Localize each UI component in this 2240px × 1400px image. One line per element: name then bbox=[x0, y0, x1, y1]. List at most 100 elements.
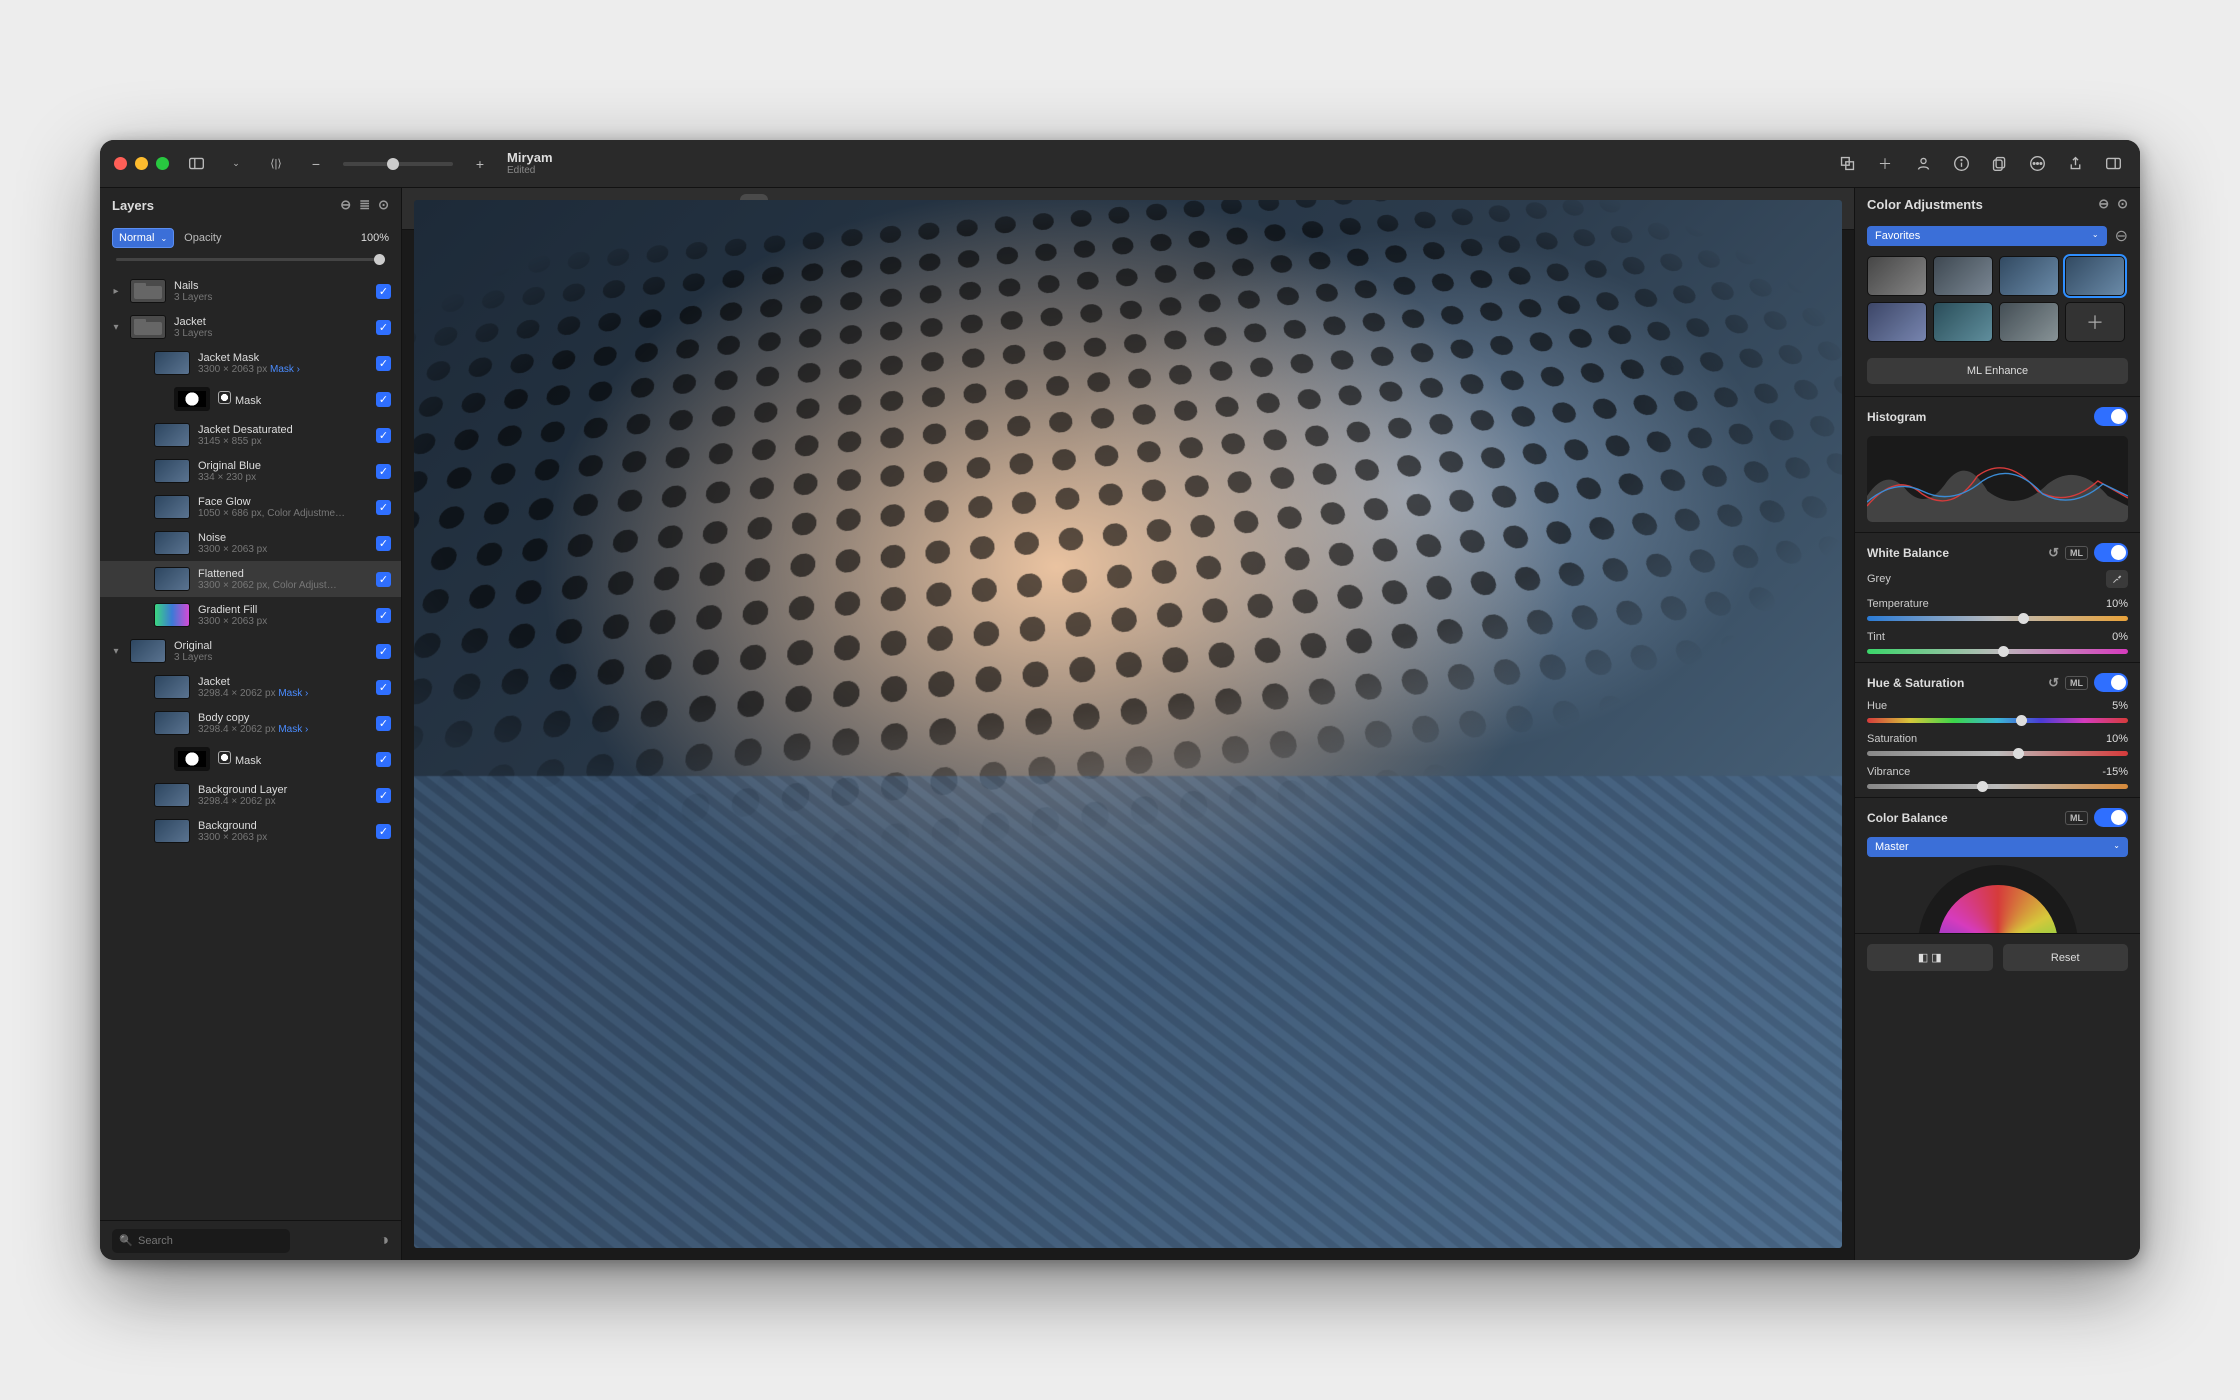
vibrance-slider[interactable] bbox=[1867, 784, 2128, 789]
zoom-out-button[interactable]: − bbox=[303, 151, 329, 177]
favorites-remove-icon[interactable]: ⊖ bbox=[2115, 226, 2128, 246]
layer-mask-link[interactable]: Mask › bbox=[276, 688, 309, 699]
layer-visibility-toggle[interactable]: ✓ bbox=[376, 356, 391, 371]
color-balance-wheel[interactable] bbox=[1855, 865, 2140, 933]
layer-visibility-toggle[interactable]: ✓ bbox=[376, 608, 391, 623]
minimize-window-button[interactable] bbox=[135, 157, 148, 170]
layer-visibility-toggle[interactable]: ✓ bbox=[376, 320, 391, 335]
layer-visibility-toggle[interactable]: ✓ bbox=[376, 464, 391, 479]
hue-sat-reset-icon[interactable]: ↺ bbox=[2048, 675, 2059, 691]
layer-row[interactable]: ▾Original3 Layers✓ bbox=[100, 633, 401, 669]
layer-row[interactable]: Background Layer3298.4 × 2062 px✓ bbox=[100, 777, 401, 813]
color-balance-ml-badge[interactable]: ML bbox=[2065, 811, 2088, 825]
preset-thumb[interactable] bbox=[1933, 302, 1993, 342]
grey-eyedropper-button[interactable] bbox=[2106, 570, 2128, 588]
layers-stack-icon[interactable]: ≣ bbox=[359, 197, 370, 213]
inspector-toggle-button[interactable] bbox=[2100, 151, 2126, 177]
layer-row[interactable]: ▾Jacket3 Layers✓ bbox=[100, 309, 401, 345]
layer-visibility-toggle[interactable]: ✓ bbox=[376, 824, 391, 839]
layer-row[interactable]: Noise3300 × 2063 px✓ bbox=[100, 525, 401, 561]
close-window-button[interactable] bbox=[114, 157, 127, 170]
histogram-toggle[interactable] bbox=[2094, 407, 2128, 426]
hue-sat-ml-badge[interactable]: ML bbox=[2065, 676, 2088, 690]
layer-meta: 3145 × 855 px bbox=[198, 436, 368, 447]
more-button[interactable] bbox=[2024, 151, 2050, 177]
layer-row[interactable]: Flattened3300 × 2062 px, Color Adjust…✓ bbox=[100, 561, 401, 597]
color-balance-range-select[interactable]: Master ⌄ bbox=[1867, 837, 2128, 857]
sidebar-toggle-button[interactable] bbox=[183, 151, 209, 177]
preset-thumb[interactable] bbox=[1867, 256, 1927, 296]
reset-button[interactable]: Reset bbox=[2003, 944, 2129, 971]
person-button[interactable] bbox=[1910, 151, 1936, 177]
layer-visibility-toggle[interactable]: ✓ bbox=[376, 788, 391, 803]
adjustments-collapse-icon[interactable]: ⊖ bbox=[2098, 196, 2109, 212]
layer-visibility-toggle[interactable]: ✓ bbox=[376, 644, 391, 659]
layers-collapse-icon[interactable]: ⊖ bbox=[340, 197, 351, 213]
canvas-mode-button[interactable] bbox=[1834, 151, 1860, 177]
adjustments-more-icon[interactable]: ⊙ bbox=[2117, 196, 2128, 212]
saturation-slider[interactable] bbox=[1867, 751, 2128, 756]
layer-name: Jacket bbox=[198, 676, 368, 688]
white-balance-ml-badge[interactable]: ML bbox=[2065, 546, 2088, 560]
blend-mode-select[interactable]: Normal⌄ bbox=[112, 228, 174, 248]
preset-add-button[interactable]: ＋ bbox=[2065, 302, 2125, 342]
tint-slider[interactable] bbox=[1867, 649, 2128, 654]
layer-visibility-toggle[interactable]: ✓ bbox=[376, 752, 391, 767]
preset-thumb[interactable] bbox=[1933, 256, 1993, 296]
layer-visibility-toggle[interactable]: ✓ bbox=[376, 284, 391, 299]
layer-row[interactable]: Gradient Fill3300 × 2063 px✓ bbox=[100, 597, 401, 633]
layer-visibility-toggle[interactable]: ✓ bbox=[376, 428, 391, 443]
split-view-button[interactable]: ⟨|⟩ bbox=[263, 151, 289, 177]
layer-row[interactable]: Jacket Mask3300 × 2063 px Mask ›✓ bbox=[100, 345, 401, 381]
layer-row[interactable]: Jacket3298.4 × 2062 px Mask ›✓ bbox=[100, 669, 401, 705]
layer-body: Mask bbox=[218, 751, 368, 767]
white-balance-reset-icon[interactable]: ↺ bbox=[2048, 545, 2059, 561]
layer-visibility-toggle[interactable]: ✓ bbox=[376, 680, 391, 695]
info-button[interactable] bbox=[1948, 151, 1974, 177]
temperature-slider[interactable] bbox=[1867, 616, 2128, 621]
share-button[interactable] bbox=[2062, 151, 2088, 177]
opacity-slider[interactable] bbox=[116, 258, 385, 261]
white-balance-toggle[interactable] bbox=[2094, 543, 2128, 562]
layers-more-icon[interactable]: ⊙ bbox=[378, 197, 389, 213]
layer-visibility-toggle[interactable]: ✓ bbox=[376, 572, 391, 587]
layer-row[interactable]: Mask✓ bbox=[100, 381, 401, 417]
preset-thumb[interactable] bbox=[1867, 302, 1927, 342]
layer-row[interactable]: ▸Nails3 Layers✓ bbox=[100, 273, 401, 309]
layer-disclosure-icon[interactable]: ▾ bbox=[110, 646, 122, 657]
layer-row[interactable]: Background3300 × 2063 px✓ bbox=[100, 813, 401, 849]
layer-row[interactable]: Face Glow1050 × 686 px, Color Adjustme…✓ bbox=[100, 489, 401, 525]
canvas-area[interactable]: ✦✧⊕⎘✎▦◫⌫◐●◉○◑☀✺✋🔍⌗ ⊖ bbox=[402, 188, 1854, 1260]
preset-thumb-selected[interactable] bbox=[2065, 256, 2125, 296]
layer-row[interactable]: Original Blue334 × 230 px✓ bbox=[100, 453, 401, 489]
add-button[interactable]: ＋ bbox=[1872, 151, 1898, 177]
layer-disclosure-icon[interactable]: ▾ bbox=[110, 322, 122, 333]
ml-enhance-button[interactable]: ML Enhance bbox=[1867, 358, 2128, 384]
layer-visibility-toggle[interactable]: ✓ bbox=[376, 536, 391, 551]
preset-thumb[interactable] bbox=[1999, 256, 2059, 296]
favorites-select[interactable]: Favorites⌄ bbox=[1867, 226, 2107, 246]
layers-search-input[interactable] bbox=[112, 1229, 290, 1253]
layer-mask-link[interactable]: Mask › bbox=[276, 724, 309, 735]
copy-button[interactable] bbox=[1986, 151, 2012, 177]
layer-row[interactable]: Body copy3298.4 × 2062 px Mask ›✓ bbox=[100, 705, 401, 741]
sidebar-dropdown[interactable]: ⌄ bbox=[223, 151, 249, 177]
layer-visibility-toggle[interactable]: ✓ bbox=[376, 392, 391, 407]
zoom-in-button[interactable]: + bbox=[467, 151, 493, 177]
layer-visibility-toggle[interactable]: ✓ bbox=[376, 500, 391, 515]
fullscreen-window-button[interactable] bbox=[156, 157, 169, 170]
layer-meta: 3298.4 × 2062 px Mask › bbox=[198, 724, 368, 735]
layer-disclosure-icon[interactable]: ▸ bbox=[110, 286, 122, 297]
layer-visibility-toggle[interactable]: ✓ bbox=[376, 716, 391, 731]
layer-thumbnail bbox=[154, 603, 190, 627]
layers-filter-icon[interactable]: ◑ bbox=[379, 1232, 389, 1250]
hue-sat-toggle[interactable] bbox=[2094, 673, 2128, 692]
zoom-slider[interactable] bbox=[343, 162, 453, 166]
color-balance-toggle[interactable] bbox=[2094, 808, 2128, 827]
layer-row[interactable]: Mask ✓ bbox=[100, 741, 401, 777]
preset-thumb[interactable] bbox=[1999, 302, 2059, 342]
layer-row[interactable]: Jacket Desaturated3145 × 855 px✓ bbox=[100, 417, 401, 453]
hue-slider[interactable] bbox=[1867, 718, 2128, 723]
layer-mask-link[interactable]: Mask › bbox=[267, 364, 300, 375]
compare-button[interactable]: ◧ ◨ bbox=[1867, 944, 1993, 971]
